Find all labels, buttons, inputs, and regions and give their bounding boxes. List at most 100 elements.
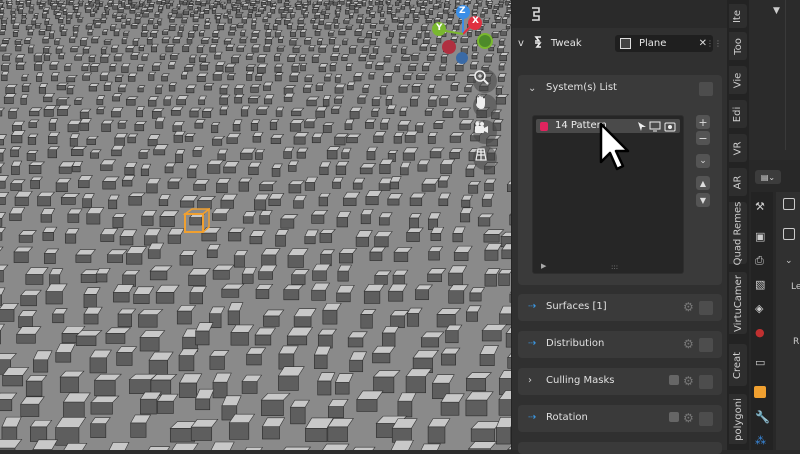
- object-icon[interactable]: [754, 386, 766, 398]
- culling-masks-panel[interactable]: › Culling Masks ⚙: [518, 368, 722, 395]
- scroll-icon: [529, 6, 541, 22]
- info-icon[interactable]: [699, 375, 713, 389]
- distribution-title: Distribution: [546, 338, 604, 349]
- selected-object[interactable]: [180, 208, 210, 238]
- sidebar-tab-creat[interactable]: Creat: [729, 344, 747, 386]
- sidebar-tab-edi[interactable]: Edi: [729, 100, 747, 128]
- outliner-partial: ▼: [749, 0, 800, 160]
- gizmo-z-label: Z: [459, 6, 466, 16]
- drag-handle-icon[interactable]: ⋮⋮: [706, 39, 722, 48]
- info-icon[interactable]: [699, 82, 713, 96]
- tool-icon[interactable]: ⚒: [755, 200, 765, 213]
- checkbox-icon[interactable]: [669, 375, 679, 385]
- props-label-le: Le: [791, 282, 800, 292]
- add-system-button[interactable]: +: [696, 115, 710, 129]
- culling-masks-title: Culling Masks: [546, 375, 615, 386]
- tab-label: Vie: [733, 72, 744, 88]
- panel-top-strip: [512, 0, 728, 28]
- output-icon[interactable]: ⎙: [755, 254, 764, 268]
- viewport-display-icon[interactable]: [649, 121, 661, 132]
- info-icon[interactable]: [699, 301, 713, 315]
- info-icon[interactable]: [699, 338, 713, 352]
- mouse-cursor-icon: [599, 122, 631, 174]
- scatter-cubes: [0, 0, 511, 450]
- sidebar-tab-vr[interactable]: VR: [729, 134, 747, 162]
- addon-header[interactable]: v Tweak Plane ✕ ⋮⋮: [516, 30, 724, 56]
- plane-icon: [620, 38, 631, 49]
- surfaces-title: Surfaces [1]: [546, 301, 607, 312]
- select-icon[interactable]: [637, 121, 647, 132]
- zoom-icon: [473, 69, 489, 85]
- hand-icon: [473, 94, 489, 110]
- gear-icon[interactable]: ⚙: [683, 411, 694, 425]
- distribution-panel[interactable]: ⇢ Distribution ⚙: [518, 331, 722, 358]
- world-icon[interactable]: ●: [755, 326, 765, 339]
- gear-icon[interactable]: ⚙: [683, 337, 694, 351]
- gizmo-neg-x[interactable]: [442, 40, 456, 54]
- tab-label: Edi: [732, 106, 743, 121]
- tab-label: VirtuCamer: [733, 275, 744, 332]
- render-icon[interactable]: ▣: [755, 230, 765, 243]
- resize-grip-icon[interactable]: :::: [611, 263, 618, 271]
- tab-label: Ite: [733, 9, 744, 22]
- tab-label: Creat: [733, 351, 744, 378]
- checkbox-icon[interactable]: [669, 412, 679, 422]
- sidebar-tab-virtucamer[interactable]: VirtuCamer: [729, 272, 747, 334]
- systems-list-panel: ⌄ System(s) List 14 Pattern ▶ ::: + − ⌄ …: [518, 75, 722, 285]
- gizmo-neg-z[interactable]: [456, 52, 468, 64]
- pin-icon[interactable]: [783, 198, 795, 210]
- grid-icon: [473, 146, 489, 162]
- zoom-button[interactable]: [473, 69, 497, 93]
- props-label-r: R: [793, 337, 799, 347]
- expand-arrow-icon[interactable]: ▶: [541, 262, 546, 270]
- gizmo-y-label: Y: [436, 23, 443, 33]
- remove-system-button[interactable]: −: [696, 131, 710, 145]
- render-camera-icon[interactable]: [664, 121, 676, 132]
- camera-view-button[interactable]: [473, 120, 497, 144]
- chevron-right-icon: ›: [528, 375, 532, 386]
- list-menu-button[interactable]: ⌄: [696, 154, 710, 168]
- move-down-button[interactable]: ▼: [696, 193, 710, 207]
- sidebar-tab-too[interactable]: Too: [729, 32, 747, 60]
- sidebar-tab-ite[interactable]: Ite: [729, 4, 747, 28]
- perspective-toggle-button[interactable]: [473, 146, 497, 170]
- addon-logo-icon: [532, 35, 544, 51]
- view-layer-icon[interactable]: ▧: [755, 278, 765, 291]
- distribution-expand-icon: ⇢: [528, 338, 536, 349]
- sidebar-n-panel: v Tweak Plane ✕ ⋮⋮ ⌄ System(s) List 14 P…: [511, 0, 728, 450]
- rotation-expand-icon: ⇢: [528, 412, 536, 423]
- tab-label: Too: [733, 38, 744, 55]
- chevron-down-icon[interactable]: ⌄: [528, 83, 536, 94]
- pin-icon-2[interactable]: [783, 228, 795, 240]
- info-icon[interactable]: [699, 412, 713, 426]
- pan-button[interactable]: [473, 94, 497, 118]
- surfaces-panel[interactable]: ⇢ Surfaces [1] ⚙: [518, 294, 722, 321]
- properties-editor-partial: ▼ ▤⌄ ⚒ ▣ ⎙ ▧ ◈ ● ▭ 🔧 ⁂ ⌄ Le R: [749, 0, 800, 450]
- sidebar-tab-vie[interactable]: Vie: [729, 66, 747, 94]
- object-field[interactable]: Plane ✕: [615, 35, 713, 52]
- tab-label: AR: [732, 175, 743, 189]
- sidebar-tab-ar[interactable]: AR: [729, 168, 747, 196]
- sidebar-tab-polygoni[interactable]: polygoni: [729, 394, 747, 444]
- gear-icon[interactable]: ⚙: [683, 300, 694, 314]
- sidebar-tab-strip: Ite Too Vie Edi VR AR Quad Remes VirtuCamer Crea…: [727, 0, 749, 450]
- rotation-panel[interactable]: ⇢ Rotation ⚙: [518, 405, 722, 432]
- tab-label: polygoni: [733, 398, 744, 441]
- filter-dropdown-icon[interactable]: ▼: [773, 6, 780, 16]
- addon-title: Tweak: [551, 38, 582, 49]
- gizmo-neg-y[interactable]: [478, 34, 492, 48]
- editor-type-dropdown[interactable]: ▤⌄: [755, 170, 781, 184]
- sidebar-tab-quad-remes[interactable]: Quad Remes: [729, 202, 747, 264]
- scene-icon[interactable]: ◈: [755, 302, 763, 315]
- gear-icon[interactable]: ⚙: [683, 374, 694, 388]
- next-panel-partial[interactable]: [518, 442, 722, 454]
- collection-icon[interactable]: ▭: [755, 356, 765, 369]
- camera-icon: [473, 120, 489, 136]
- rotation-title: Rotation: [546, 412, 588, 423]
- move-up-button[interactable]: ▲: [696, 176, 710, 190]
- wrench-icon[interactable]: 🔧: [755, 410, 770, 424]
- tab-label: Quad Remes: [733, 201, 744, 265]
- particles-icon[interactable]: ⁂: [755, 434, 766, 447]
- collapse-chevron-icon[interactable]: ⌄: [785, 256, 793, 266]
- 3d-viewport[interactable]: Z X Y: [0, 0, 511, 450]
